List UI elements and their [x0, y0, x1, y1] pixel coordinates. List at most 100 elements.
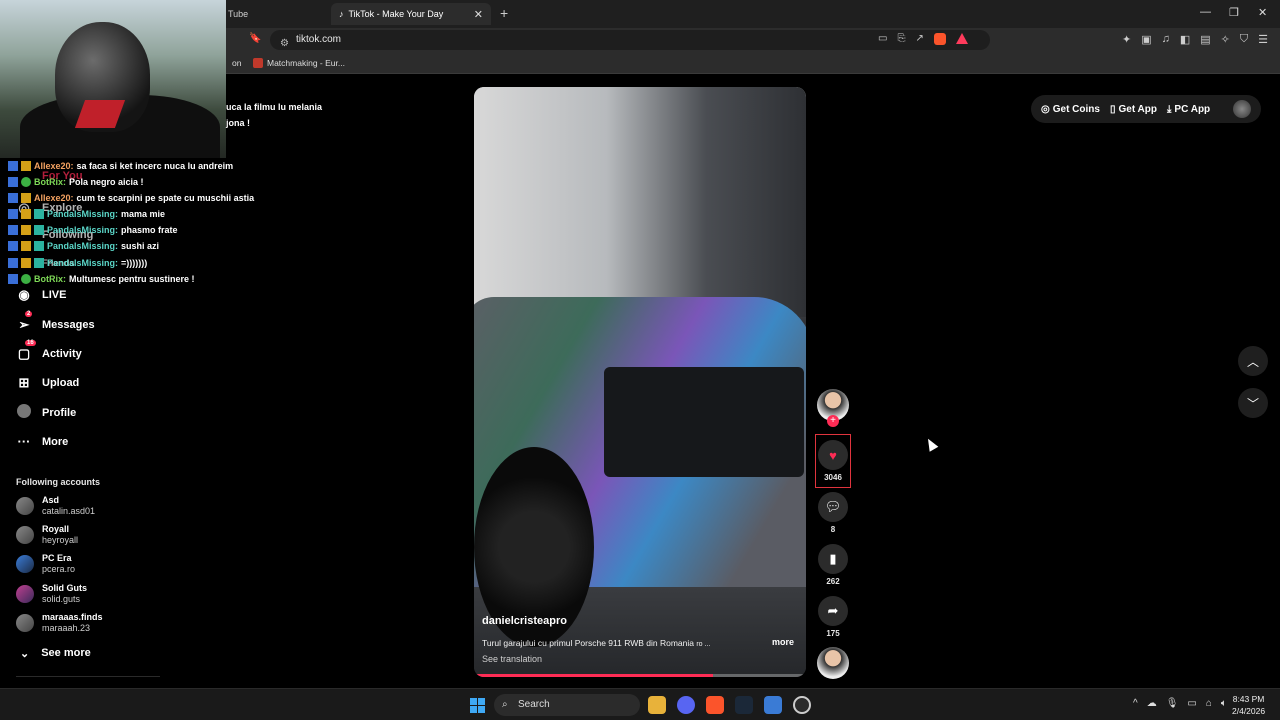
video-player[interactable]: danielcristeapro Turul garajului cu prim… [474, 87, 806, 677]
nav-profile[interactable]: Profile [16, 404, 76, 421]
comment-count: 8 [830, 525, 836, 534]
live-icon: ◉ [18, 287, 30, 302]
bookmark-icon: ▮ [818, 544, 848, 574]
taskbar-clock[interactable]: 8:43 PM 2/4/2026 [1232, 693, 1265, 717]
previous-video-button[interactable]: ︿ [1238, 346, 1268, 376]
microphone-icon[interactable]: 🎙︎ [1166, 698, 1179, 709]
mouse-cursor-icon [923, 436, 939, 452]
next-video-button[interactable]: ﹀ [1238, 388, 1268, 418]
leo-icon[interactable]: ✧ [1221, 33, 1230, 46]
tab-tiktok[interactable]: ♪ TikTok - Make Your Day ✕ [331, 3, 491, 25]
see-translation-link[interactable]: See translation [482, 654, 542, 664]
nav-label: LIVE [42, 289, 67, 301]
file-explorer-icon[interactable] [648, 696, 666, 714]
nav-label: More [42, 435, 69, 448]
chat-message: BotRix: Multumesc pentru sustinere ! [8, 274, 195, 284]
comment-icon: 💬︎ [818, 492, 848, 522]
creator-avatar-button[interactable]: + [815, 389, 851, 427]
brave-rewards-icon[interactable] [955, 33, 968, 44]
close-window-icon[interactable]: ✕ [1258, 6, 1267, 19]
nav-messages[interactable]: ➢ 2 Messages [16, 311, 95, 333]
following-account[interactable]: Solid Guts solid.guts [16, 583, 87, 605]
chat-message: PandalsMissing: =))))))) [8, 258, 147, 268]
media-icon[interactable]: ♫ [1162, 33, 1170, 46]
messages-icon: ➢ 2 [18, 311, 33, 332]
new-tab-button[interactable]: + [500, 5, 508, 21]
discord-icon[interactable] [677, 696, 695, 714]
avatar [16, 585, 34, 603]
nav-upload[interactable]: ⊞ Upload [16, 375, 80, 391]
video-author[interactable]: danielcristeapro [482, 615, 567, 627]
chat-text: cum te scarpini pe spate cu muschii asti… [76, 193, 255, 203]
nav-more[interactable]: ··· More [16, 434, 69, 449]
bookmark-icon[interactable]: 🔖 [249, 33, 261, 44]
heart-icon: ♥ [818, 440, 848, 470]
chat-badge-icon [34, 225, 44, 235]
extensions-icon[interactable]: ✦ [1122, 33, 1131, 46]
save-button[interactable]: ▮ 262 [815, 544, 851, 586]
restore-icon[interactable]: ❐ [1229, 6, 1239, 19]
wallet-icon[interactable]: ▣ [1141, 33, 1151, 46]
obs-icon[interactable] [793, 696, 811, 714]
following-account[interactable]: PC Era pcera.ro [16, 553, 75, 575]
caption-text: Turul garajului cu primul Porsche 911 RW… [482, 638, 694, 648]
music-disc-button[interactable] [815, 647, 851, 679]
chat-user: BotRix: [34, 177, 66, 187]
bookmark-item[interactable]: Matchmaking - Eur... [253, 58, 345, 68]
comment-button[interactable]: 💬︎ 8 [815, 492, 851, 534]
chat-badge-icon [8, 161, 18, 171]
user-avatar[interactable] [1233, 100, 1251, 118]
caption-more-button[interactable]: more [772, 637, 794, 647]
tray-overflow-icon[interactable]: ^ [1133, 698, 1138, 709]
see-more-button[interactable]: ⌄ See more [20, 647, 91, 660]
site-settings-icon[interactable]: ⚙ [280, 34, 289, 54]
chat-user: PandalsMissing: [47, 258, 119, 268]
get-coins-button[interactable]: ◎ Get Coins [1041, 104, 1100, 115]
avatar [16, 497, 34, 515]
following-account[interactable]: Royall heyroyall [16, 524, 78, 546]
nav-activity[interactable]: ▢ 16 Activity [16, 340, 82, 362]
wallet-card-icon[interactable]: ▤ [1200, 33, 1210, 46]
brave-shields-icon[interactable] [933, 33, 946, 45]
app-icon[interactable] [764, 696, 782, 714]
sidebar-toggle-icon[interactable]: ◧ [1180, 33, 1190, 46]
bookmark-item[interactable]: on [232, 58, 241, 68]
windows-taskbar: ⌕ Search ^ ☁ 🎙︎ ▭ ⌂ 🔈︎ 8:43 PM 2/4/2026 [0, 688, 1280, 720]
close-tab-icon[interactable]: ✕ [474, 8, 483, 21]
chat-message: Allexe20: sa faca si ket incerc nuca lu … [8, 161, 233, 171]
taskbar-search[interactable]: ⌕ Search [494, 694, 640, 716]
pc-app-button[interactable]: ⤓ PC App [1167, 104, 1210, 115]
vpn-icon[interactable]: ⛉ [1240, 33, 1248, 46]
display-icon[interactable]: ▭ [1187, 698, 1196, 709]
steam-icon[interactable] [735, 696, 753, 714]
share-button[interactable]: ➦ 175 [815, 596, 851, 638]
tab-youtube[interactable]: Tube [226, 3, 316, 25]
network-icon[interactable]: ⌂ [1206, 698, 1212, 709]
following-account[interactable]: Asd catalin.asd01 [16, 495, 95, 517]
like-button[interactable]: ♥ 3046 [815, 440, 851, 482]
volume-icon[interactable]: 🔈︎ [1221, 698, 1227, 709]
minimize-icon[interactable]: — [1200, 6, 1211, 18]
cast-icon[interactable]: ▭ [878, 33, 887, 45]
chat-badge-icon [34, 209, 44, 219]
chat-badge-icon [8, 225, 18, 235]
get-app-button[interactable]: ▯ Get App [1110, 104, 1157, 115]
following-account[interactable]: maraaas.finds maraaah.23 [16, 612, 103, 634]
follow-plus-icon[interactable]: + [827, 415, 839, 427]
nav-live[interactable]: ◉ LIVE [16, 287, 66, 303]
chevron-down-icon: ﹀ [1246, 396, 1259, 411]
windows-start-icon[interactable] [470, 698, 485, 713]
share-icon[interactable]: ↗ [915, 33, 923, 45]
brave-browser-icon[interactable] [706, 696, 724, 714]
top-actions: ◎ Get Coins ▯ Get App ⤓ PC App [1031, 95, 1261, 123]
account-name: maraaas.finds [42, 612, 103, 622]
install-icon[interactable]: ⎘ [897, 33, 905, 45]
onedrive-icon[interactable]: ☁ [1147, 698, 1157, 709]
video-progress-bar[interactable] [474, 674, 806, 677]
chat-fragment: jona ! [226, 118, 250, 128]
share-count: 175 [826, 629, 840, 638]
menu-icon[interactable]: ☰ [1258, 33, 1268, 46]
chat-text: sushi azi [121, 241, 160, 251]
chat-badge-icon [8, 193, 18, 203]
nav-label: Activity [42, 348, 82, 360]
